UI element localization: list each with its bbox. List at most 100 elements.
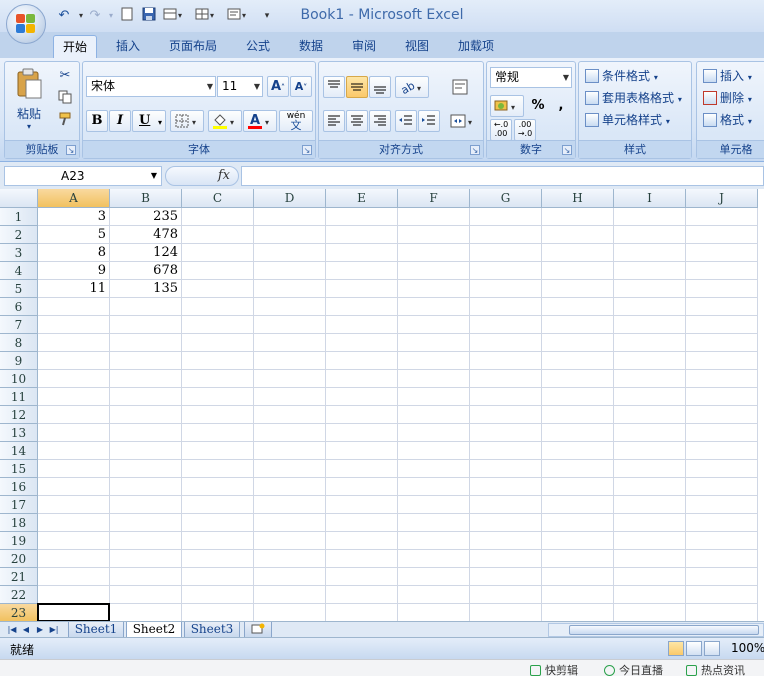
cell-D16[interactable] [254,478,326,496]
cell-A11[interactable] [38,388,110,406]
font-size-combo[interactable]: 11 ▼ [217,76,263,97]
cell-H20[interactable] [542,550,614,568]
number-format-combo[interactable]: 常规 ▼ [490,67,572,88]
cell-C4[interactable] [182,262,254,280]
cell-D4[interactable] [254,262,326,280]
taskbar-item-live[interactable]: 今日直播 [604,662,663,676]
align-middle-icon[interactable] [346,76,368,98]
cell-C5[interactable] [182,280,254,298]
cell-E10[interactable] [326,370,398,388]
cell-C13[interactable] [182,424,254,442]
align-center-icon[interactable] [346,110,368,132]
cell-G7[interactable] [470,316,542,334]
cell-B5[interactable]: 135 [110,280,182,298]
cell-I6[interactable] [614,298,686,316]
cell-F6[interactable] [398,298,470,316]
copy-icon[interactable] [55,89,75,107]
cell-G23[interactable] [470,604,542,621]
worksheet-grid[interactable]: A B C D E F G H I J 1 3 235 2 5 478 3 8 124 4 9 678 5 11 135 6 7 8 9… [0,189,764,621]
cell-H22[interactable] [542,586,614,604]
cell-J7[interactable] [686,316,758,334]
row-header[interactable]: 16 [0,478,38,496]
cell-F18[interactable] [398,514,470,532]
font-name-combo[interactable]: 宋体 ▼ [86,76,216,97]
cell-H12[interactable] [542,406,614,424]
cell-C14[interactable] [182,442,254,460]
cell-G11[interactable] [470,388,542,406]
percent-style-button[interactable]: % [527,95,549,117]
cell-E23[interactable] [326,604,398,621]
cell-G12[interactable] [470,406,542,424]
cell-F8[interactable] [398,334,470,352]
cell-I4[interactable] [614,262,686,280]
cell-I1[interactable] [614,208,686,226]
merge-center-button[interactable]: ▾ [449,110,479,132]
increase-decimal-icon[interactable]: ←.0.00 [490,119,512,141]
tab-home[interactable]: 开始 [53,35,97,58]
align-right-icon[interactable] [369,110,391,132]
cell-E18[interactable] [326,514,398,532]
cell-F21[interactable] [398,568,470,586]
cell-H21[interactable] [542,568,614,586]
cell-C2[interactable] [182,226,254,244]
cell-B21[interactable] [110,568,182,586]
taskbar-item-kuaijianji[interactable]: 快剪辑 [530,662,578,676]
cell-F15[interactable] [398,460,470,478]
cell-I17[interactable] [614,496,686,514]
cell-F2[interactable] [398,226,470,244]
row-header[interactable]: 15 [0,460,38,478]
cell-J6[interactable] [686,298,758,316]
shrink-font-icon[interactable]: A˅ [290,76,312,97]
cell-I16[interactable] [614,478,686,496]
cell-A13[interactable] [38,424,110,442]
cell-I3[interactable] [614,244,686,262]
cell-I2[interactable] [614,226,686,244]
row-header[interactable]: 22 [0,586,38,604]
cell-C23[interactable] [182,604,254,621]
column-header[interactable]: E [326,189,398,208]
cell-B7[interactable] [110,316,182,334]
row-header[interactable]: 23 [0,604,38,621]
cell-D10[interactable] [254,370,326,388]
cell-F5[interactable] [398,280,470,298]
cell-D14[interactable] [254,442,326,460]
cell-E11[interactable] [326,388,398,406]
cell-C22[interactable] [182,586,254,604]
cell-D11[interactable] [254,388,326,406]
cell-E22[interactable] [326,586,398,604]
row-header[interactable]: 17 [0,496,38,514]
cell-B20[interactable] [110,550,182,568]
cell-C21[interactable] [182,568,254,586]
cell-E15[interactable] [326,460,398,478]
column-header[interactable]: F [398,189,470,208]
cell-I18[interactable] [614,514,686,532]
cell-C15[interactable] [182,460,254,478]
cell-J10[interactable] [686,370,758,388]
cell-J20[interactable] [686,550,758,568]
cell-A5[interactable]: 11 [38,280,110,298]
cell-H13[interactable] [542,424,614,442]
font-color-button[interactable]: A ▾ [243,110,277,132]
cell-E14[interactable] [326,442,398,460]
row-header[interactable]: 7 [0,316,38,334]
cell-I14[interactable] [614,442,686,460]
cell-B22[interactable] [110,586,182,604]
cell-F16[interactable] [398,478,470,496]
cut-icon[interactable]: ✂ [55,67,75,85]
cell-G3[interactable] [470,244,542,262]
cell-D21[interactable] [254,568,326,586]
cell-J19[interactable] [686,532,758,550]
cell-D18[interactable] [254,514,326,532]
cell-G20[interactable] [470,550,542,568]
cell-B10[interactable] [110,370,182,388]
cell-J21[interactable] [686,568,758,586]
cell-J11[interactable] [686,388,758,406]
cell-B1[interactable]: 235 [110,208,182,226]
cell-H18[interactable] [542,514,614,532]
cell-I11[interactable] [614,388,686,406]
alignment-launcher-icon[interactable]: ↘ [470,145,480,155]
cell-A14[interactable] [38,442,110,460]
cell-A7[interactable] [38,316,110,334]
cell-E13[interactable] [326,424,398,442]
sheet-tab-sheet3[interactable]: Sheet3 [184,622,240,638]
